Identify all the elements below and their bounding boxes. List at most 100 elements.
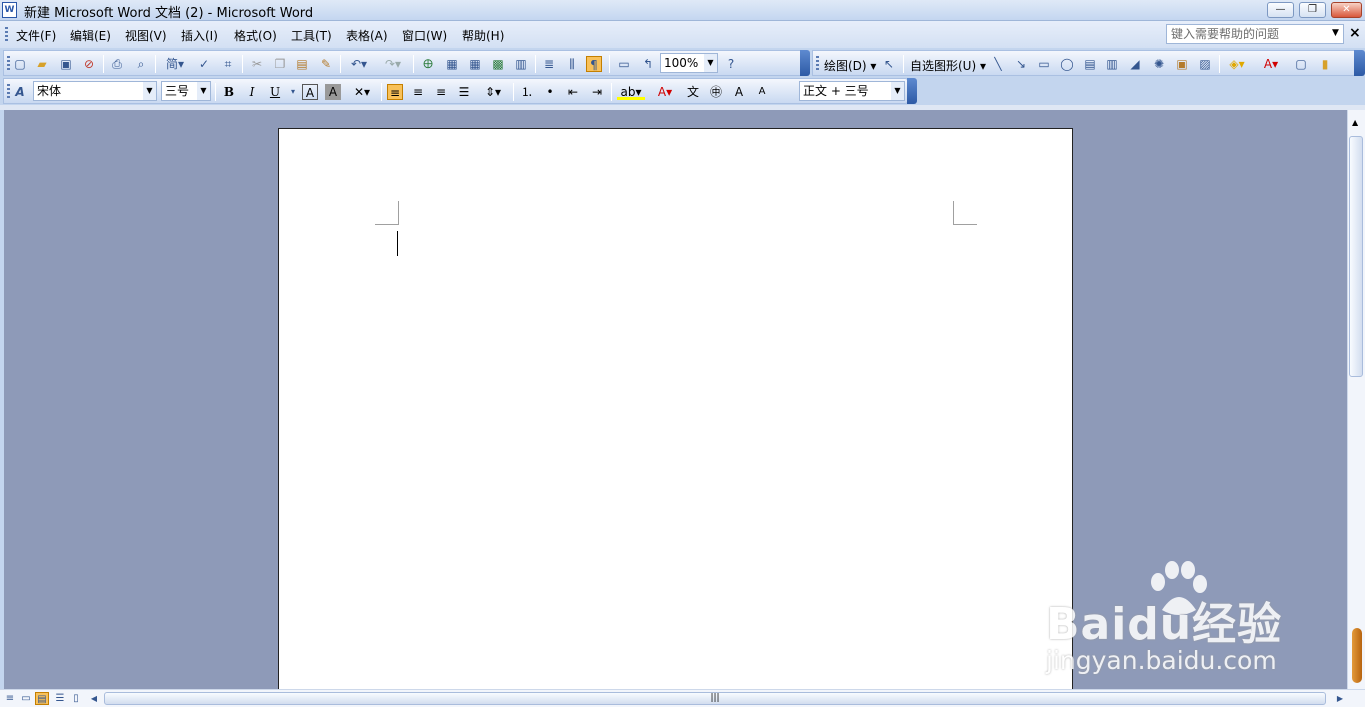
zoom-select[interactable]: 100% ▼ [660, 53, 718, 73]
menu-edit[interactable]: 编辑(E) [70, 27, 111, 44]
numbering-icon[interactable]: ⒈ [519, 84, 535, 100]
textbox-icon[interactable]: ▤ [1082, 56, 1098, 72]
hyperlink-icon[interactable]: 🜨 [420, 56, 436, 72]
menubar-grip[interactable] [5, 27, 8, 41]
cursor-icon[interactable]: ↰ [640, 56, 656, 72]
menu-tools[interactable]: 工具(T) [291, 27, 332, 44]
standard-toolbar-options[interactable] [800, 50, 810, 76]
tables-borders-icon[interactable]: ▦ [444, 56, 460, 72]
oval-icon[interactable]: ◯ [1059, 56, 1075, 72]
close-button[interactable]: ✕ [1331, 2, 1362, 18]
scroll-browse-marker[interactable] [1352, 628, 1362, 683]
decrease-indent-icon[interactable]: ⇤ [565, 84, 581, 100]
web-layout-view-icon[interactable]: ▭ [19, 692, 33, 705]
copy-icon[interactable]: ❐ [272, 56, 288, 72]
phonetic-guide-icon[interactable]: 文 [685, 84, 701, 100]
shadow-style-icon[interactable]: ▢ [1293, 56, 1309, 72]
menu-window[interactable]: 窗口(W) [402, 27, 447, 44]
italic-button[interactable]: I [244, 84, 260, 100]
char-shading-icon[interactable]: A [325, 84, 341, 100]
align-right-icon[interactable]: ≡ [433, 84, 449, 100]
normal-view-icon[interactable]: ≡ [3, 692, 17, 705]
document-map-icon[interactable]: ≣ [541, 56, 557, 72]
style-select[interactable]: 正文 + 三号 ▼ [799, 81, 905, 101]
zoom-dropdown-icon[interactable]: ▼ [704, 54, 717, 72]
drawing-icon[interactable]: ⫼ [564, 56, 580, 72]
formatting-toolbar-grip[interactable] [7, 84, 10, 99]
document-page[interactable] [278, 128, 1073, 689]
word-app-icon[interactable]: W [2, 2, 17, 18]
rectangle-icon[interactable]: ▭ [1036, 56, 1052, 72]
columns-icon[interactable]: ▥ [513, 56, 529, 72]
document-close-button[interactable]: × [1349, 25, 1361, 41]
enclose-characters-icon[interactable]: ㊥ [708, 84, 724, 100]
scroll-left-icon[interactable]: ◀ [87, 692, 101, 705]
print-layout-view-icon[interactable]: ▤ [35, 692, 49, 705]
drawing-toolbar-options[interactable] [1354, 50, 1365, 76]
undo-icon[interactable]: ↶▾ [346, 56, 372, 72]
help-search-input[interactable]: 键入需要帮助的问题 [1166, 24, 1344, 44]
outline-view-icon[interactable]: ☰ [53, 692, 67, 705]
formatting-toolbar-options[interactable] [907, 78, 917, 104]
drawing-toolbar-grip[interactable] [816, 56, 819, 71]
arrow-icon[interactable]: ↘ [1013, 56, 1029, 72]
restore-button[interactable]: ❐ [1299, 2, 1326, 18]
redo-icon[interactable]: ↷▾ [380, 56, 406, 72]
font-name-dropdown-icon[interactable]: ▼ [143, 82, 156, 100]
select-objects-icon[interactable]: ↖ [881, 56, 897, 72]
save-icon[interactable]: ▣ [58, 56, 74, 72]
menu-table[interactable]: 表格(A) [346, 27, 388, 44]
highlight-icon[interactable]: ab▾ [617, 84, 645, 100]
permission-icon[interactable]: ⊘ [81, 56, 97, 72]
font-size-dropdown-icon[interactable]: ▼ [197, 82, 210, 100]
char-border-icon[interactable]: A [302, 84, 318, 100]
draw-menu-button[interactable]: 绘图(D) ▾ [824, 57, 876, 74]
increase-indent-icon[interactable]: ⇥ [589, 84, 605, 100]
line-spacing-icon[interactable]: ⇕▾ [479, 84, 507, 100]
styles-formatting-icon[interactable]: A [12, 84, 28, 100]
spelling-icon[interactable]: ✓ [196, 56, 212, 72]
open-icon[interactable]: ▰ [34, 56, 50, 72]
insert-table-icon[interactable]: ▦ [467, 56, 483, 72]
scroll-up-icon[interactable]: ▲ [1352, 118, 1358, 127]
align-center-icon[interactable]: ≡ [410, 84, 426, 100]
reading-layout-view-icon[interactable]: ▯ [69, 692, 83, 705]
wordart-icon[interactable]: ◢ [1127, 56, 1143, 72]
picture-icon[interactable]: ▨ [1197, 56, 1213, 72]
simplified-chinese-icon[interactable]: 简▾ [162, 56, 188, 72]
menu-insert[interactable]: 插入(I) [181, 27, 218, 44]
print-icon[interactable]: ⎙ [109, 56, 125, 72]
standard-toolbar-grip[interactable] [7, 56, 10, 71]
read-icon[interactable]: ▭ [616, 56, 632, 72]
format-painter-icon[interactable]: ✎ [318, 56, 334, 72]
menu-format[interactable]: 格式(O) [234, 27, 277, 44]
vertical-scroll-thumb[interactable] [1349, 136, 1363, 377]
insert-excel-icon[interactable]: ▩ [490, 56, 506, 72]
bullets-icon[interactable]: • [542, 84, 558, 100]
scroll-right-icon[interactable]: ▶ [1333, 692, 1347, 705]
paste-icon[interactable]: ▤ [294, 56, 310, 72]
show-hide-icon[interactable]: ¶ [586, 56, 602, 72]
research-icon[interactable]: ⌗ [220, 56, 236, 72]
draw-font-color-icon[interactable]: A▾ [1259, 56, 1283, 72]
justify-icon[interactable]: ☰ [456, 84, 472, 100]
shrink-font-icon[interactable]: A [754, 84, 770, 100]
font-size-select[interactable]: 三号 ▼ [161, 81, 211, 101]
underline-dropdown-icon[interactable]: ▾ [285, 84, 301, 100]
font-color-icon[interactable]: A▾ [651, 84, 679, 100]
diagram-icon[interactable]: ✺ [1151, 56, 1167, 72]
bold-button[interactable]: B [221, 84, 237, 100]
help-icon[interactable]: ? [723, 56, 739, 72]
grow-font-icon[interactable]: A [731, 84, 747, 100]
horizontal-scroll-thumb[interactable]: ||| [104, 692, 1326, 705]
char-scaling-icon[interactable]: ✕▾ [348, 84, 376, 100]
line-icon[interactable]: ╲ [990, 56, 1006, 72]
print-preview-icon[interactable]: ⌕ [133, 56, 149, 72]
new-icon[interactable]: ▢ [12, 56, 28, 72]
style-dropdown-icon[interactable]: ▼ [891, 82, 904, 100]
minimize-button[interactable]: — [1267, 2, 1294, 18]
autoshapes-menu-button[interactable]: 自选图形(U) ▾ [910, 57, 986, 74]
font-name-select[interactable]: 宋体 ▼ [33, 81, 157, 101]
clipart-icon[interactable]: ▣ [1174, 56, 1190, 72]
align-left-icon[interactable]: ≡ [387, 84, 403, 100]
